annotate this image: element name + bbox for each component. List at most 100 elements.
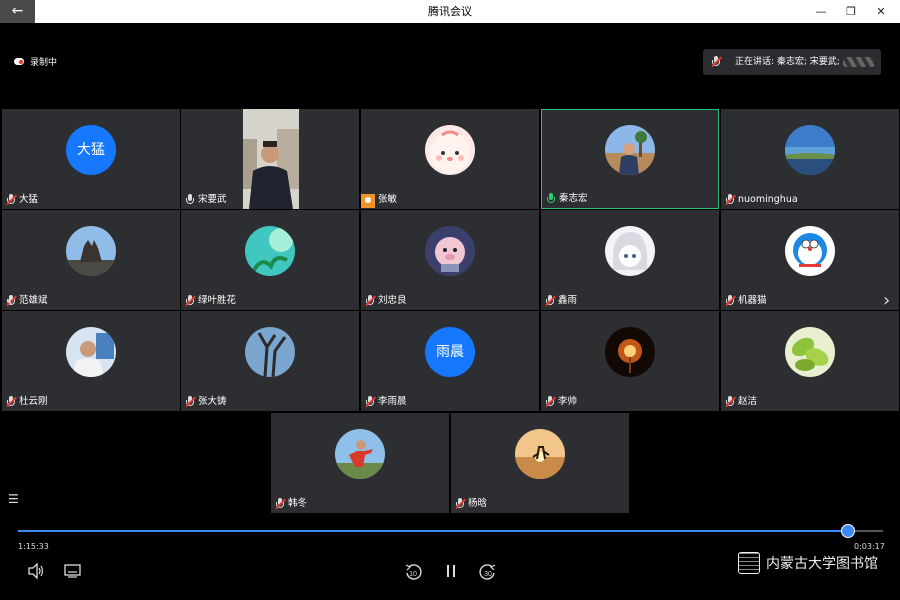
blurred-name: [843, 57, 875, 67]
participant-name: 秦志宏: [559, 193, 588, 204]
svg-text:10: 10: [409, 571, 417, 578]
rewind-button[interactable]: 10: [403, 562, 423, 586]
progress-handle[interactable]: [841, 524, 856, 538]
forward-icon: 30: [479, 564, 496, 580]
pause-button[interactable]: [445, 564, 457, 582]
participant-name: 范雄斌: [19, 295, 48, 306]
participant-name: nuominghua: [738, 194, 798, 205]
minimize-button[interactable]: —: [806, 0, 836, 23]
participant-name: 大猛: [19, 194, 39, 205]
subtitle-icon: [64, 564, 81, 578]
participant-name: 宋要武: [198, 194, 227, 205]
participant-tile[interactable]: 杜云刚: [2, 311, 180, 411]
mic-muted-icon: [185, 396, 196, 408]
avatar: [425, 226, 475, 276]
participant-tile[interactable]: 绿叶胜花: [181, 210, 359, 310]
avatar: [66, 327, 116, 377]
mic-muted-icon: [365, 295, 376, 307]
library-watermark: 内蒙古大学图书馆: [738, 552, 878, 574]
participant-tile[interactable]: 李帅: [541, 311, 719, 411]
participant-tile[interactable]: 刘忠良: [361, 210, 539, 310]
participant-tile[interactable]: 范雄斌: [2, 210, 180, 310]
participant-tile[interactable]: 赵洁: [721, 311, 899, 411]
window-title: 腾讯会议: [428, 5, 472, 18]
host-icon: [361, 194, 375, 208]
mic-muted-icon: [275, 498, 286, 510]
avatar: [785, 226, 835, 276]
participant-tile[interactable]: 鑫雨: [541, 210, 719, 310]
volume-button[interactable]: [27, 562, 45, 583]
mic-muted-icon: [185, 295, 196, 307]
mic-muted-icon: [725, 396, 736, 408]
prev-page-icon[interactable]: ‹: [6, 290, 13, 311]
elapsed-time: 1:15:33: [18, 542, 49, 551]
participant-list-icon[interactable]: ☰: [8, 492, 19, 506]
participant-tile[interactable]: nuominghua: [721, 109, 899, 209]
participant-tile[interactable]: 机器猫: [721, 210, 899, 310]
participant-name: 绿叶胜花: [198, 295, 237, 306]
participant-tile[interactable]: 宋要武: [181, 109, 359, 209]
avatar: [785, 125, 835, 175]
mic-muted-icon: [365, 396, 376, 408]
avatar: [245, 226, 295, 276]
rewind-icon: 10: [405, 564, 422, 580]
recording-label: 录制中: [30, 58, 58, 68]
avatar: [605, 125, 655, 175]
watermark-text: 内蒙古大学图书馆: [766, 556, 878, 572]
speaking-label: 正在讲话: 秦志宏; 宋要武;: [735, 57, 840, 67]
mic-on-icon: [185, 194, 195, 206]
participant-tile[interactable]: 张敏: [361, 109, 539, 209]
mic-muted-icon: [6, 396, 17, 408]
mic-speaking-icon: [546, 193, 556, 205]
forward-button[interactable]: 30: [478, 562, 498, 586]
next-page-icon[interactable]: ›: [883, 290, 890, 311]
avatar: 雨晨: [425, 327, 475, 377]
speaking-indicator: 正在讲话: 秦志宏; 宋要武;: [703, 49, 881, 75]
progress-bar[interactable]: [18, 524, 883, 538]
pause-icon: [447, 565, 455, 577]
participant-name: 杜云刚: [19, 396, 48, 407]
participant-name: 张大铸: [198, 396, 227, 407]
participant-name: 赵洁: [738, 396, 758, 407]
maximize-button[interactable]: ❐: [836, 0, 866, 23]
close-button[interactable]: ✕: [866, 0, 896, 23]
mic-muted-icon: [6, 194, 17, 206]
speaking-mic-icon: [711, 56, 722, 68]
mic-muted-icon: [725, 295, 736, 307]
remaining-time: 0:03:17: [854, 542, 885, 551]
cloud-record-icon: [14, 58, 24, 65]
mic-muted-icon: [545, 295, 556, 307]
participant-tile[interactable]: 雨晨 李雨晨: [361, 311, 539, 411]
participant-tile-active[interactable]: 秦志宏: [541, 109, 719, 209]
avatar: [425, 125, 475, 175]
avatar: [605, 327, 655, 377]
participant-tile[interactable]: 张大铸: [181, 311, 359, 411]
avatar: [335, 429, 385, 479]
participant-tile[interactable]: 大猛 大猛: [2, 109, 180, 209]
mic-muted-icon: [455, 498, 466, 510]
participant-name: 杨晗: [468, 498, 488, 509]
participant-name: 李雨晨: [378, 396, 407, 407]
avatar: [605, 226, 655, 276]
avatar: [515, 429, 565, 479]
mic-muted-icon: [545, 396, 556, 408]
participant-name: 韩冬: [288, 498, 308, 509]
progress-fill: [18, 530, 849, 532]
participant-video: [243, 109, 299, 209]
library-logo-icon: [738, 552, 760, 574]
speaker-icon: [28, 562, 44, 580]
participant-name: 鑫雨: [558, 295, 578, 306]
avatar: [66, 226, 116, 276]
mic-muted-icon: [725, 194, 736, 206]
subtitle-button[interactable]: [64, 563, 82, 583]
participant-name: 机器猫: [738, 295, 767, 306]
recording-indicator[interactable]: 录制中: [14, 55, 57, 68]
participant-tile[interactable]: 韩冬: [271, 413, 449, 513]
participant-tile[interactable]: 杨晗: [451, 413, 629, 513]
participant-name: 刘忠良: [378, 295, 407, 306]
avatar: [245, 327, 295, 377]
participant-name: 张敏: [378, 194, 398, 205]
avatar: [785, 327, 835, 377]
title-bar: ← 腾讯会议 — ❐ ✕: [0, 0, 900, 23]
avatar: 大猛: [66, 125, 116, 175]
